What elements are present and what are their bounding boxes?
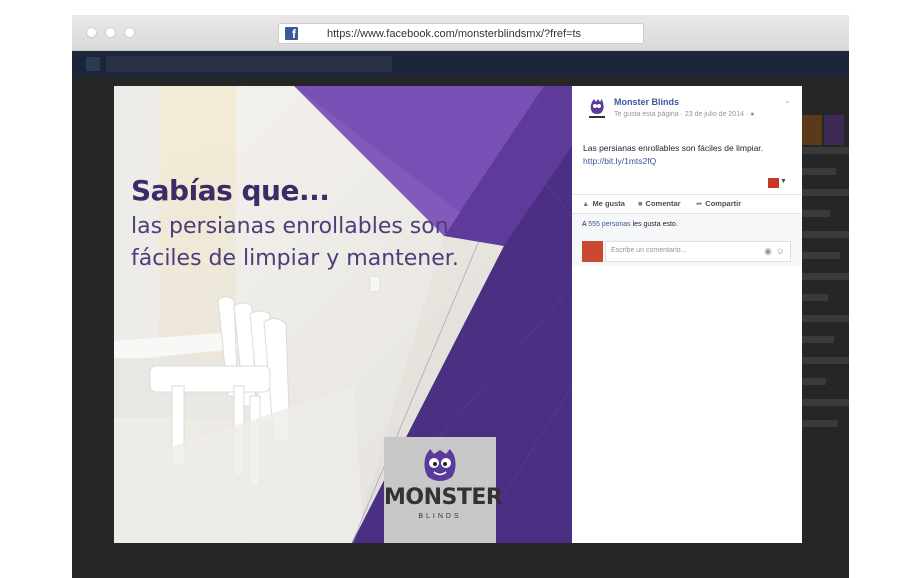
maximize-window-button[interactable] [124,27,135,38]
likes-count-link[interactable]: 555 personas [588,221,630,228]
emoji-icon[interactable]: ☺ [776,246,785,256]
post-as-avatar-icon [768,178,779,188]
close-window-button[interactable] [86,27,97,38]
comment-composer: Escribe un comentario... ◉ ☺ [572,236,802,266]
camera-icon[interactable]: ◉ [764,246,772,257]
likes-suffix: les gusta esto. [632,221,678,228]
logo-wordmark: MONSTER [384,485,503,510]
comment-input[interactable]: Escribe un comentario... ◉ ☺ [605,241,791,262]
globe-icon: ● [750,111,755,118]
caret-down-icon: ▼ [780,178,787,185]
post-meta-text: Te gusta esta página · 23 de julio de 20… [614,111,749,118]
post-photo[interactable]: Sabías que... las persianas enrollables … [114,86,572,543]
page-avatar[interactable] [584,96,610,122]
comment-label: Comentar [645,199,681,208]
share-label: Compartir [705,199,742,208]
like-label: Me gusta [592,199,625,208]
minimize-window-button[interactable] [105,27,116,38]
thumbs-up-icon: ▲ [582,199,590,208]
monster-mascot-icon [424,449,456,481]
page-name-link[interactable]: Monster Blinds [614,97,679,107]
comment-button[interactable]: ■ Comentar [638,199,681,208]
post-meta: Te gusta esta página · 23 de julio de 20… [614,111,754,118]
monster-avatar-icon [584,96,610,122]
share-icon: ➦ [696,199,703,208]
browser-toolbar: f https://www.facebook.com/monsterblinds… [72,15,849,51]
post-details-panel: Monster Blinds Te gusta esta página · 23… [572,86,802,543]
post-as-selector[interactable]: ▼ [768,178,788,190]
like-button[interactable]: ▲ Me gusta [582,199,625,208]
commenter-avatar [582,241,603,262]
photo-theater: Sabías que... las persianas enrollables … [114,86,802,543]
headline-line-2: fáciles de limpiar y mantener. [131,246,459,271]
monster-blinds-logo: MONSTER BLINDS [384,437,503,543]
likes-prefix: A [582,221,587,228]
address-bar[interactable]: f https://www.facebook.com/monsterblinds… [278,23,644,44]
photo-artwork [114,86,572,543]
post-link[interactable]: http://bit.ly/1mts2fQ [583,156,656,166]
headline-line-1: las persianas enrollables son [131,214,449,239]
comment-icon: ■ [638,199,643,208]
sidebar-content [800,147,849,441]
chevron-down-icon[interactable]: ⌄ [784,96,791,105]
sidebar-thumbnails [802,115,848,147]
comment-placeholder: Escribe un comentario... [611,247,687,254]
likes-summary: A 555 personas les gusta esto. [572,213,802,236]
facebook-logo-icon [86,57,100,71]
url-text: https://www.facebook.com/monsterblindsmx… [327,28,582,40]
logo-subtitle: BLINDS [418,513,462,520]
facebook-top-bar [72,51,849,77]
facebook-favicon-icon: f [285,27,298,40]
post-actions: ▲ Me gusta ■ Comentar ➦ Compartir [572,194,802,212]
share-button[interactable]: ➦ Compartir [696,199,741,208]
facebook-search-bar [106,56,392,72]
headline-title: Sabías que... [131,174,330,207]
photo-headline: Sabías que... las persianas enrollables … [131,174,459,275]
post-text: Las persianas enrollables son fáciles de… [583,143,764,153]
